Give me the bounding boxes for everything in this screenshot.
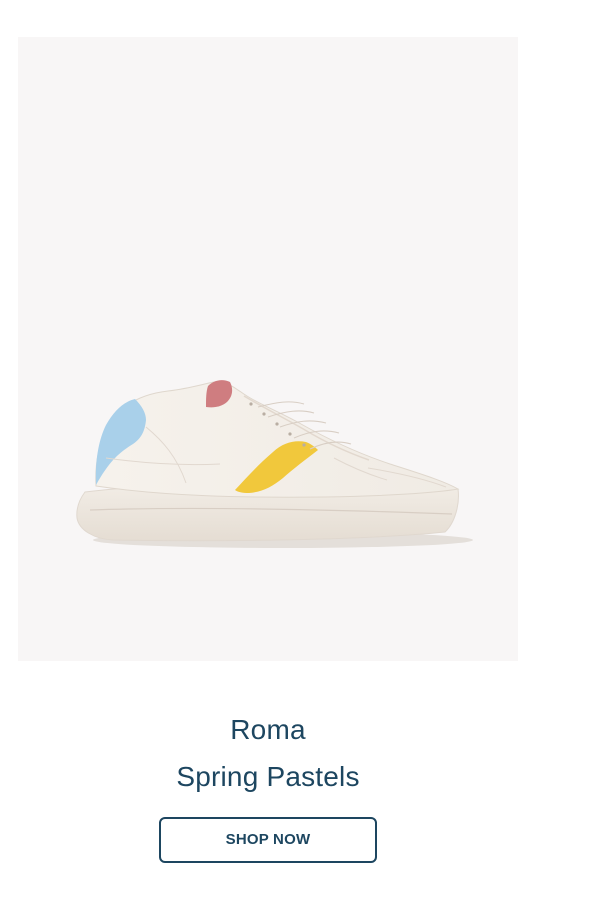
shop-now-button[interactable]: SHOP NOW [159,817,377,863]
product-card[interactable]: Roma Spring Pastels SHOP NOW [18,37,518,877]
product-image-panel[interactable] [18,37,518,661]
product-name[interactable]: Roma [18,713,518,747]
product-colorway[interactable]: Spring Pastels [18,760,518,794]
sneaker-image[interactable] [18,37,518,661]
